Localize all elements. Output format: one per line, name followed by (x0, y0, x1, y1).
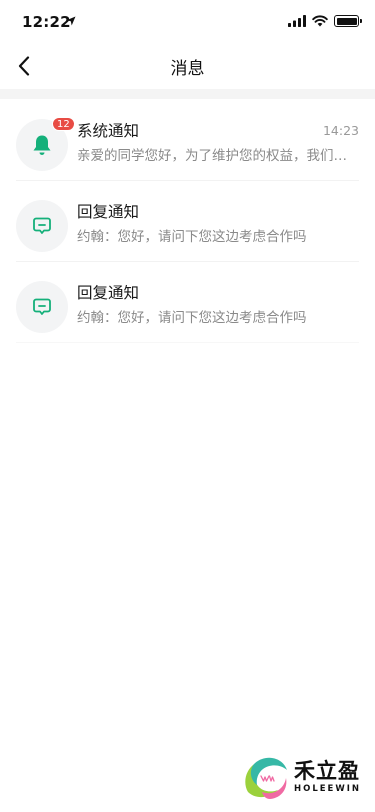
chat-bubble-icon (33, 217, 51, 234)
message-preview: 约翰：您好，请问下您这边考虑合作吗 (77, 229, 307, 245)
chat-bubble-icon (33, 298, 51, 315)
cellular-signal-icon (288, 15, 306, 27)
message-body: 回复通知 约翰：您好，请问下您这边考虑合作吗 (77, 202, 359, 246)
battery-icon (334, 15, 362, 27)
message-body: 回复通知 约翰：您好，请问下您这边考虑合作吗 (77, 283, 359, 327)
message-list: 12 系统通知 14:23 亲爱的同学您好，为了维护您的权益，我们… 回复通知 … (0, 99, 375, 343)
message-title: 系统通知 (77, 122, 140, 140)
nav-bar: 消息 (0, 44, 375, 89)
message-item-reply[interactable]: 回复通知 约翰：您好，请问下您这边考虑合作吗 (16, 181, 359, 262)
watermark-name-cn: 禾立盈 (294, 758, 360, 783)
status-icons (288, 15, 362, 27)
brand-logo-icon (245, 757, 287, 799)
wifi-icon (312, 15, 328, 27)
chevron-left-icon (18, 56, 30, 76)
page-title: 消息 (170, 59, 205, 79)
status-time: 12:22 (22, 13, 71, 31)
bell-icon (33, 135, 51, 155)
header-divider (0, 89, 375, 99)
watermark-name-en: HOLEEWIN (294, 783, 362, 794)
message-body: 系统通知 14:23 亲爱的同学您好，为了维护您的权益，我们… (77, 121, 359, 165)
watermark-text: 禾立盈 HOLEEWIN (294, 758, 361, 795)
back-button[interactable] (8, 50, 40, 82)
avatar (16, 281, 68, 333)
message-item-reply[interactable]: 回复通知 约翰：您好，请问下您这边考虑合作吗 (16, 262, 359, 343)
message-title: 回复通知 (77, 203, 140, 221)
status-bar: 12:22 (0, 0, 375, 44)
message-item-system[interactable]: 12 系统通知 14:23 亲爱的同学您好，为了维护您的权益，我们… (16, 99, 359, 181)
avatar: 12 (16, 117, 75, 171)
message-preview: 约翰：您好，请问下您这边考虑合作吗 (77, 310, 307, 326)
message-title: 回复通知 (77, 284, 140, 302)
message-time: 14:23 (322, 123, 359, 138)
watermark: 禾立盈 HOLEEWIN (240, 752, 361, 800)
location-arrow-icon (66, 16, 76, 26)
message-preview: 亲爱的同学您好，为了维护您的权益，我们… (77, 148, 347, 164)
unread-badge: 12 (52, 117, 75, 131)
avatar (16, 200, 68, 252)
